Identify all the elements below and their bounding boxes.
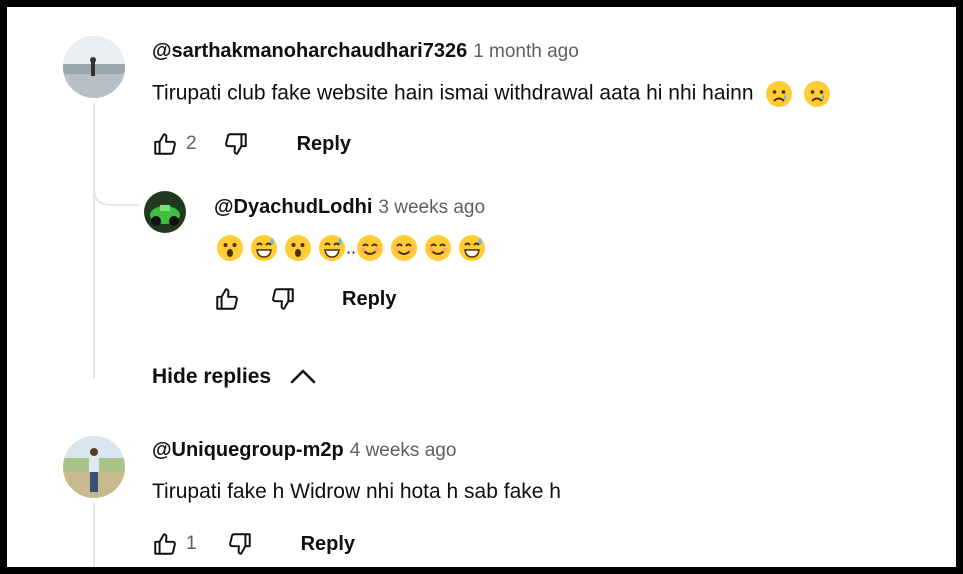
avatar[interactable] bbox=[63, 436, 125, 498]
comment-text: Tirupati fake h Widrow nhi hota h sab fa… bbox=[152, 480, 561, 504]
reply-actions: Reply bbox=[212, 284, 396, 314]
comment-header: @Uniquegroup-m2p 4 weeks ago bbox=[152, 439, 456, 462]
thumbs-up-icon bbox=[216, 288, 238, 310]
crying-face-emoji bbox=[803, 80, 831, 108]
reply-timestamp[interactable]: 3 weeks ago bbox=[378, 197, 485, 218]
reply-author[interactable]: @DyachudLodhi bbox=[214, 196, 372, 218]
chevron-up-icon bbox=[290, 369, 316, 384]
like-button[interactable] bbox=[150, 129, 180, 159]
dislike-button[interactable] bbox=[225, 529, 255, 559]
hide-replies-label: Hide replies bbox=[152, 365, 272, 388]
comment-timestamp[interactable]: 1 month ago bbox=[473, 41, 579, 62]
thumbs-down-icon bbox=[272, 288, 294, 310]
hide-replies-button[interactable]: Hide replies bbox=[152, 365, 317, 389]
reply-header: @DyachudLodhi 3 weeks ago bbox=[214, 196, 485, 219]
hushed-face-emoji bbox=[216, 234, 244, 262]
grinning-sweat-face-emoji bbox=[458, 234, 486, 262]
dislike-button[interactable] bbox=[221, 129, 251, 159]
thread-line-second bbox=[93, 503, 95, 567]
like-count: 1 bbox=[186, 533, 197, 554]
comment-author[interactable]: @sarthakmanoharchaudhari7326 bbox=[152, 40, 467, 62]
comments-panel: @sarthakmanoharchaudhari7326 1 month ago … bbox=[7, 7, 956, 567]
reply-to-reply-button[interactable]: Reply bbox=[342, 288, 396, 311]
hushed-face-emoji bbox=[284, 234, 312, 262]
grinning-sweat-face-emoji bbox=[318, 234, 346, 262]
smiling-face-emoji bbox=[356, 234, 384, 262]
comment-actions: 1 Reply bbox=[150, 529, 355, 559]
crying-face-emoji bbox=[765, 80, 793, 108]
thumbs-up-icon bbox=[154, 533, 176, 555]
comment-text-body: Tirupati fake h Widrow nhi hota h sab fa… bbox=[152, 480, 561, 503]
thumbs-down-icon bbox=[224, 133, 247, 155]
smiling-face-emoji bbox=[390, 234, 418, 262]
reply-dislike-button[interactable] bbox=[268, 284, 298, 314]
smiling-face-emoji bbox=[424, 234, 452, 262]
reply-button[interactable]: Reply bbox=[297, 133, 351, 156]
thumbs-down-icon bbox=[228, 533, 251, 555]
comment-header: @sarthakmanoharchaudhari7326 1 month ago bbox=[152, 40, 579, 63]
thread-line bbox=[93, 103, 95, 379]
comment-text-body: Tirupati club fake website hain ismai wi… bbox=[152, 81, 754, 105]
like-button[interactable] bbox=[150, 529, 180, 559]
emoji-separator: .. bbox=[346, 237, 357, 258]
comment-author[interactable]: @Uniquegroup-m2p bbox=[152, 439, 344, 461]
comment-timestamp[interactable]: 4 weeks ago bbox=[350, 440, 457, 461]
reply-like-button[interactable] bbox=[212, 284, 242, 314]
reply-text: .. bbox=[216, 234, 492, 262]
comment-text: Tirupati club fake website hain ismai wi… bbox=[152, 80, 831, 108]
comment-actions: 2 Reply bbox=[150, 129, 351, 159]
thumbs-up-icon bbox=[154, 133, 176, 155]
grinning-sweat-face-emoji bbox=[250, 234, 278, 262]
reply-avatar[interactable] bbox=[144, 191, 186, 233]
like-count: 2 bbox=[186, 133, 197, 154]
reply-button[interactable]: Reply bbox=[301, 533, 355, 556]
avatar[interactable] bbox=[63, 36, 125, 98]
reply-connector bbox=[93, 179, 139, 206]
